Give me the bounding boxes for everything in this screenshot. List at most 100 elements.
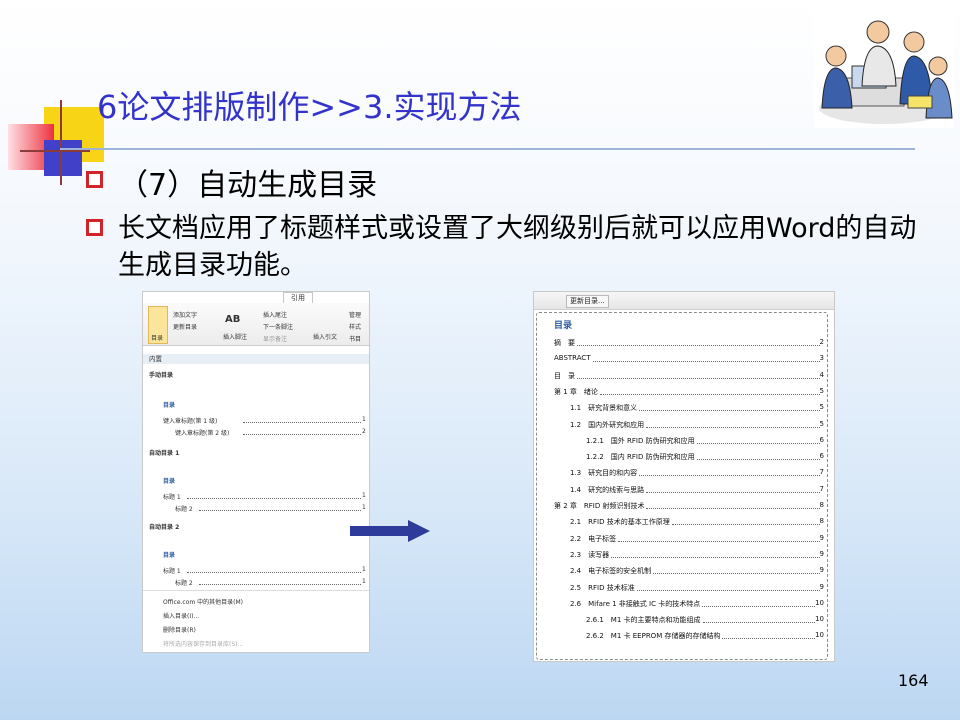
auto-toc-2-label[interactable]: 自动目录 2 <box>149 522 179 531</box>
bullet-square-icon <box>86 219 103 236</box>
footnote-ab-icon: AB <box>225 314 241 325</box>
toc-page-number: 8 <box>819 501 824 509</box>
toc-entry[interactable]: 2.2 电子标签 <box>570 534 616 544</box>
bullet-point-1: （7）自动生成目录 <box>118 168 378 203</box>
toc-preview-title: 目录 <box>163 552 176 559</box>
leader-dots <box>646 508 820 509</box>
show-notes-button[interactable]: 显示备注 <box>263 334 287 343</box>
page-num: 1 <box>362 504 366 511</box>
toc-preview-title: 目录 <box>163 478 176 485</box>
leader-dots <box>199 510 361 511</box>
insert-endnote-button[interactable]: 插入尾注 <box>263 310 287 319</box>
deco-vertical-line <box>60 100 62 185</box>
toc-entry[interactable]: 1.4 研究的线索与思路 <box>570 485 644 495</box>
leader-dots <box>611 556 820 558</box>
toc-page-number: 9 <box>819 582 824 591</box>
toc-entry[interactable]: 第 2 章 RFID 射频识别技术 <box>554 501 644 511</box>
toc-entry[interactable]: 摘 要 <box>554 338 575 348</box>
remove-toc-item[interactable]: 删除目录(R) <box>163 625 196 634</box>
deco-blue-square <box>44 140 82 176</box>
toc-preview-title: 目录 <box>163 402 176 409</box>
style-button[interactable]: 样式 <box>349 322 361 331</box>
toc-entry[interactable]: 1.3 研究目的和内容 <box>570 468 637 478</box>
save-to-gallery-item[interactable]: 将所选内容保存到目录库(S)... <box>163 639 243 648</box>
manage-sources-button[interactable]: 管理 <box>349 310 361 319</box>
dropdown-divider <box>143 590 369 591</box>
bullet-point-2: 长文档应用了标题样式或设置了大纲级别后就可以应用Word的自动生成目录功能。 <box>118 213 917 281</box>
toc-page-number: 10 <box>815 615 824 624</box>
toc-entry[interactable]: 2.5 RFID 技术标准 <box>570 583 635 593</box>
insert-toc-item[interactable]: 插入目录(I)... <box>163 611 199 620</box>
heading-2-line: 标题 2 <box>175 506 193 513</box>
toc-page-number: 10 <box>815 631 824 640</box>
leader-dots <box>577 377 820 379</box>
manual-line-2: 键入章标题(第 2 级) <box>175 430 230 437</box>
toc-entry[interactable]: 1.2 国内外研究和应用 <box>570 420 644 430</box>
page-num: 2 <box>362 428 366 435</box>
next-footnote-button[interactable]: 下一条脚注 <box>263 322 293 331</box>
toc-title: 目录 <box>554 321 573 331</box>
toc-entry[interactable]: ABSTRACT <box>554 354 591 362</box>
toc-entry[interactable]: 2.4 电子标签的安全机制 <box>570 566 651 576</box>
update-toc-button[interactable]: 更新目录... <box>566 295 609 308</box>
leader-dots <box>697 459 820 461</box>
toc-page-number: 6 <box>819 435 824 444</box>
toc-page-number: 7 <box>819 468 824 477</box>
leader-dots <box>672 524 820 526</box>
toc-page-number: 6 <box>819 452 824 461</box>
manual-toc-label[interactable]: 手动目录 <box>149 370 173 379</box>
insert-footnote-button[interactable]: 插入脚注 <box>223 332 247 341</box>
toc-entry[interactable]: 目 录 <box>554 371 575 381</box>
leader-dots <box>187 498 361 499</box>
toc-page-number: 5 <box>819 419 824 428</box>
toc-entry[interactable]: 2.6.1 M1 卡的主要特点和功能组成 <box>586 615 701 625</box>
leader-dots <box>187 572 361 573</box>
page-number: 164 <box>898 671 929 690</box>
heading-2-line: 标题 2 <box>175 580 193 587</box>
toc-page-number: 2 <box>819 338 824 346</box>
leader-dots <box>600 393 820 395</box>
leader-dots <box>639 475 820 477</box>
toc-entry[interactable]: 第 1 章 绪论 <box>554 387 598 397</box>
deco-horizontal-line <box>20 150 90 152</box>
leader-dots <box>577 345 820 346</box>
more-toc-office-item[interactable]: Office.com 中的其他目录(M) <box>163 597 243 606</box>
toc-entry[interactable]: 1.2.1 国外 RFID 防伪研究和应用 <box>586 436 695 446</box>
bullet-square-icon <box>86 171 103 188</box>
leader-dots <box>618 540 820 542</box>
people-clipart <box>814 8 954 128</box>
leader-dots <box>697 442 820 444</box>
toc-page-number: 9 <box>819 566 824 575</box>
toc-entry[interactable]: 2.3 读写器 <box>570 550 609 560</box>
slide-title: 6论文排版制作>>3.实现方法 <box>97 88 522 126</box>
page-num: 1 <box>362 566 366 573</box>
leader-dots <box>653 573 820 575</box>
toc-page-number: 8 <box>819 517 824 526</box>
leader-dots <box>722 638 815 640</box>
leader-dots <box>639 410 820 412</box>
toc-page-number: 3 <box>819 354 824 363</box>
toc-entry[interactable]: 2.6 Mifare 1 非接触式 IC 卡的技术特点 <box>570 599 700 609</box>
leader-dots <box>637 589 820 591</box>
toc-page-number: 9 <box>819 533 824 542</box>
builtin-header: 内置 <box>143 354 369 364</box>
toc-entry[interactable]: 1.2.2 国内 RFID 防伪研究和应用 <box>586 452 695 462</box>
toc-button-label: 目录 <box>151 335 164 342</box>
update-toc-button[interactable]: 更新目录 <box>173 322 197 331</box>
page-num: 1 <box>362 492 366 499</box>
insert-citation-button[interactable]: 插入引文 <box>313 332 337 341</box>
right-arrow-icon <box>350 520 430 542</box>
leader-dots <box>646 426 820 428</box>
leader-dots <box>243 434 361 435</box>
bibliography-button[interactable]: 书目 <box>349 334 361 343</box>
auto-toc-1-label[interactable]: 自动目录 1 <box>149 448 179 457</box>
leader-dots <box>243 422 361 423</box>
toc-page-number: 5 <box>819 403 824 412</box>
manual-line-1: 键入章标题(第 1 级) <box>163 418 218 425</box>
toc-entry[interactable]: 1.1 研究背景和意义 <box>570 403 637 413</box>
toc-page-number: 5 <box>819 386 824 395</box>
heading-1-line: 标题 1 <box>163 568 181 575</box>
toc-entry[interactable]: 2.1 RFID 技术的基本工作原理 <box>570 517 670 527</box>
add-text-button[interactable]: 添加文字 <box>173 310 197 319</box>
toc-entry[interactable]: 2.6.2 M1 卡 EEPROM 存储器的存储结构 <box>586 631 720 641</box>
